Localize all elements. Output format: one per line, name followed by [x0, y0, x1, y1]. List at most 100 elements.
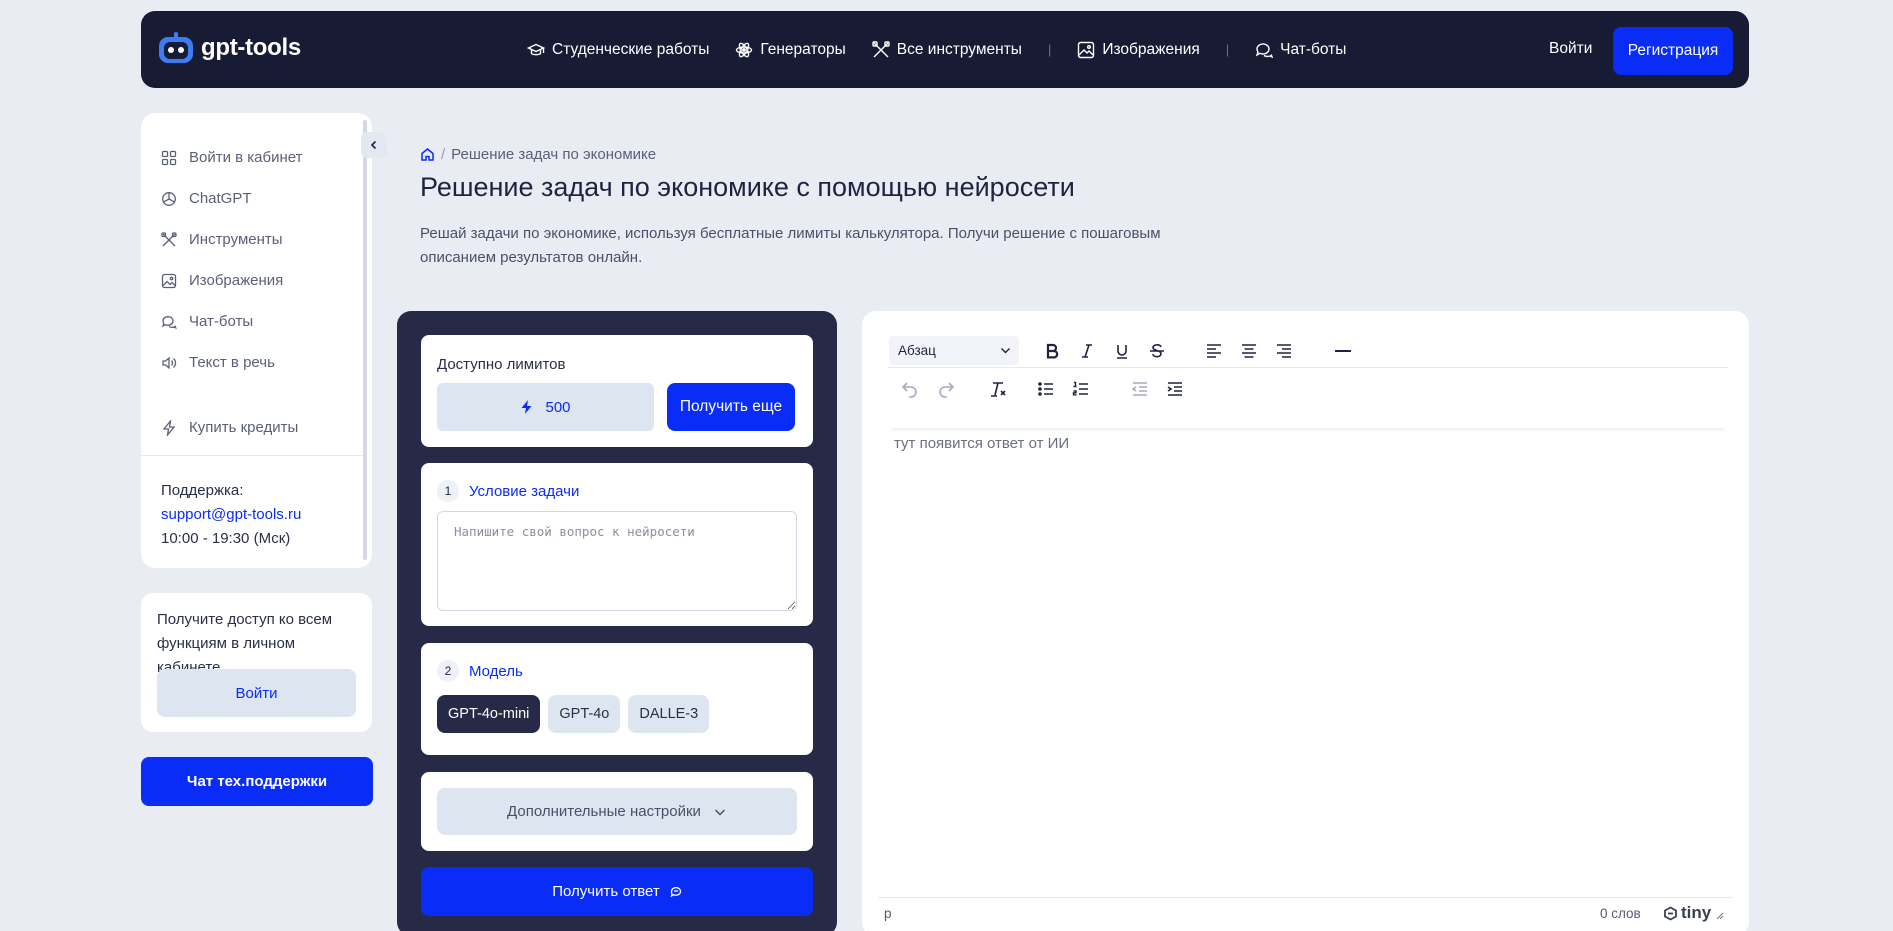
numbered-list-icon — [1072, 381, 1088, 396]
main-nav: Студенческие работы Генераторы Все инстр… — [527, 11, 1372, 88]
limits-counter: 500 — [437, 383, 654, 431]
align-right-button[interactable] — [1270, 337, 1298, 365]
sidebar-item-tools[interactable]: Инструменты — [161, 219, 302, 260]
nav-label: Все инструменты — [896, 40, 1022, 58]
grid-icon — [161, 150, 177, 165]
strikethrough-icon — [1150, 343, 1164, 358]
advanced-settings-button[interactable]: Дополнительные настройки — [437, 788, 797, 835]
settings-card: Дополнительные настройки — [421, 772, 813, 851]
bullet-list-button[interactable] — [1032, 375, 1060, 403]
element-path[interactable]: p — [884, 906, 892, 921]
sidebar-item-chatbots[interactable]: Чат-боты — [161, 301, 302, 342]
nav-student-works[interactable]: Студенческие работы — [527, 41, 709, 59]
robot-logo-icon — [159, 32, 193, 63]
tiny-brand-icon — [1664, 905, 1677, 921]
align-center-icon — [1242, 344, 1256, 358]
speaker-icon — [162, 356, 177, 369]
nav-all-tools[interactable]: Все инструменты — [872, 41, 1022, 59]
underline-button[interactable] — [1108, 337, 1136, 365]
align-left-button[interactable] — [1200, 337, 1228, 365]
horizontal-rule-icon — [1335, 350, 1351, 352]
register-button[interactable]: Регистрация — [1613, 27, 1733, 75]
support-email-link[interactable]: support@gpt-tools.ru — [161, 503, 301, 527]
block-format-select[interactable]: Абзац — [889, 336, 1019, 365]
model-option-gpt-4o[interactable]: GPT-4o — [548, 695, 621, 733]
word-count[interactable]: 0 слов — [1600, 906, 1641, 921]
atom-icon — [736, 42, 753, 57]
model-option-dalle-3[interactable]: DALLE-3 — [628, 695, 710, 733]
redo-button[interactable] — [932, 375, 960, 403]
step-header: 2 Модель — [437, 660, 523, 682]
align-center-button[interactable] — [1235, 337, 1263, 365]
sidebar-item-images[interactable]: Изображения — [161, 260, 302, 301]
answer-editor: Абзац тут появится ответ от ИИ p 0 слов … — [862, 311, 1749, 931]
resize-handle-icon[interactable] — [1714, 910, 1724, 920]
bold-button[interactable] — [1038, 337, 1066, 365]
step-number: 1 — [437, 480, 459, 502]
tools-icon — [872, 40, 890, 57]
login-link[interactable]: Войти — [1549, 40, 1592, 58]
editor-content[interactable]: тут появится ответ от ИИ — [894, 435, 1069, 452]
align-right-icon — [1277, 344, 1291, 358]
limits-card: Доступно лимитов 500 Получить еще — [421, 335, 813, 447]
clear-formatting-icon — [991, 382, 1006, 397]
get-more-button[interactable]: Получить еще — [667, 383, 795, 431]
sidebar-item-cabinet[interactable]: Войти в кабинет — [161, 137, 302, 178]
redo-icon — [939, 382, 955, 398]
align-left-icon — [1207, 344, 1221, 358]
sidebar-item-buy-credits[interactable]: Купить кредиты — [161, 407, 302, 448]
submit-label: Получить ответ — [552, 883, 660, 900]
nav-generators[interactable]: Генераторы — [735, 40, 846, 59]
sidebar-item-label: Купить кредиты — [189, 419, 299, 436]
submit-button[interactable]: Получить ответ — [421, 867, 813, 916]
home-icon[interactable] — [420, 147, 435, 162]
logo[interactable]: gpt-tools — [157, 31, 301, 65]
step-header: 1 Условие задачи — [437, 480, 579, 502]
settings-label: Дополнительные настройки — [507, 803, 701, 820]
clear-formatting-button[interactable] — [984, 375, 1012, 403]
support-hours: 10:00 - 19:30 (Мск) — [161, 530, 291, 547]
message-icon — [670, 886, 681, 897]
image-icon — [161, 273, 177, 288]
breadcrumb: / Решение задач по экономике — [420, 146, 656, 163]
nav-images[interactable]: Изображения — [1077, 41, 1200, 59]
outdent-button[interactable] — [1126, 375, 1154, 403]
graduation-cap-icon — [527, 43, 545, 55]
sidebar-item-chatgpt[interactable]: ChatGPT — [161, 178, 302, 219]
undo-icon — [901, 382, 917, 398]
undo-button[interactable] — [896, 375, 924, 403]
lightning-icon — [521, 400, 532, 414]
indent-button[interactable] — [1161, 375, 1189, 403]
breadcrumb-current: Решение задач по экономике — [451, 146, 657, 163]
limits-value: 500 — [545, 398, 571, 416]
sidebar-item-text-to-speech[interactable]: Текст в речь — [161, 342, 302, 383]
sidebar-item-label: Инструменты — [189, 231, 283, 248]
task-input[interactable] — [437, 511, 797, 611]
sidebar-item-label: Чат-боты — [189, 313, 254, 330]
top-header: gpt-tools Студенческие работы Генераторы… — [141, 11, 1749, 88]
sidebar-collapse-button[interactable] — [361, 132, 387, 158]
bullet-list-icon — [1038, 382, 1053, 396]
limits-title: Доступно лимитов — [437, 356, 566, 373]
nav-chatbots[interactable]: Чат-боты — [1255, 41, 1346, 59]
editor-toolbar: Абзац — [888, 333, 1728, 428]
page-description: Решай задачи по экономике, используя бес… — [420, 225, 1161, 266]
toolbar-row: Абзац — [888, 333, 1728, 368]
italic-icon — [1082, 344, 1092, 358]
sidebar-divider — [141, 455, 366, 456]
access-login-button[interactable]: Войти — [157, 669, 356, 717]
format-select-value: Абзац — [898, 343, 936, 358]
italic-button[interactable] — [1073, 337, 1101, 365]
page-title: Решение задач по экономике с помощью ней… — [420, 172, 1075, 202]
outdent-icon — [1131, 382, 1147, 396]
nav-label: Чат-боты — [1280, 40, 1347, 58]
nav-label: Генераторы — [760, 40, 846, 58]
openai-icon — [162, 191, 176, 206]
strikethrough-button[interactable] — [1143, 337, 1171, 365]
numbered-list-button[interactable] — [1067, 375, 1095, 403]
horizontal-rule-button[interactable] — [1329, 337, 1357, 365]
sidebar-scrollbar[interactable] — [363, 120, 367, 560]
tiny-logo[interactable]: tiny — [1663, 903, 1711, 923]
support-chat-button[interactable]: Чат тех.поддержки — [141, 757, 373, 806]
model-option-gpt-4o-mini[interactable]: GPT-4o-mini — [437, 695, 541, 733]
